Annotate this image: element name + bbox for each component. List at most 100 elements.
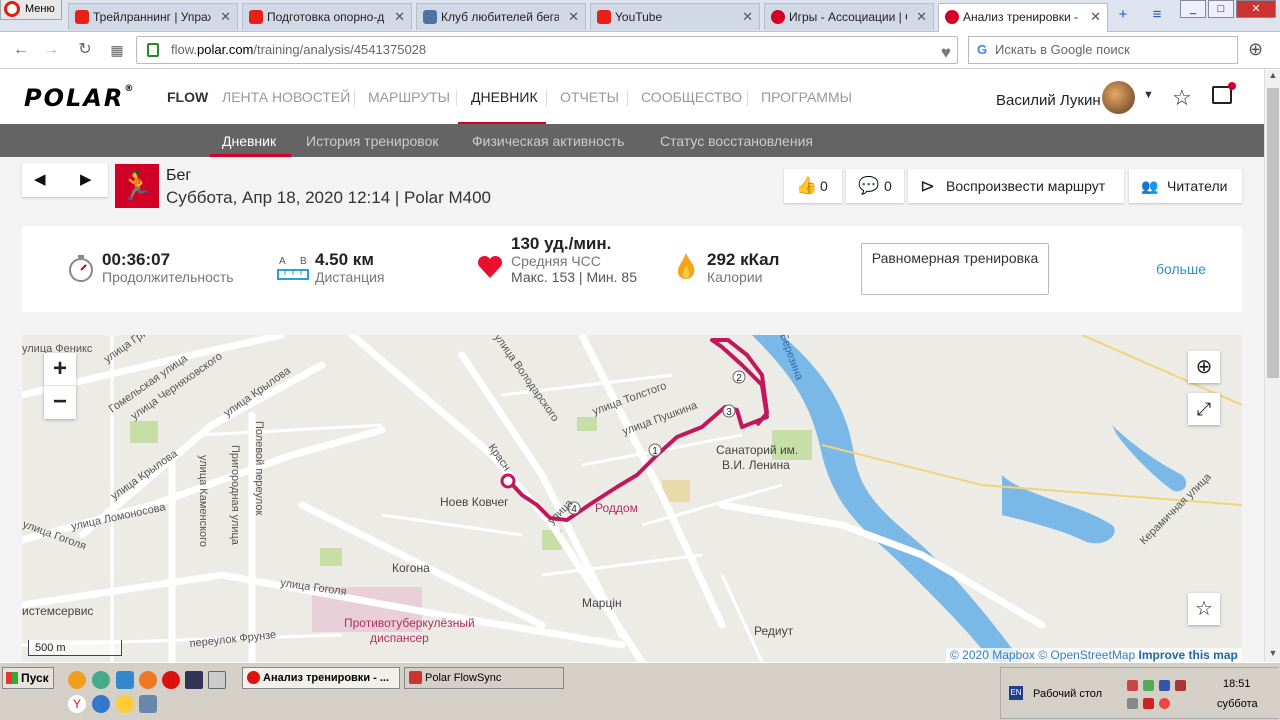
tab-close-icon[interactable]: ✕ <box>220 4 231 30</box>
map-canvas[interactable]: 1 2 3 4 улица Феникс улица Грибо Гомельс… <box>22 335 1242 662</box>
subnav-physical-activity[interactable]: Физическая активность <box>472 133 624 149</box>
nav-community[interactable]: СООБЩЕСТВО <box>641 89 742 105</box>
browser-tab[interactable]: Подготовка опорно-двигательного ✕ <box>242 3 412 30</box>
desktop-toolbar-label[interactable]: Рабочий стол <box>1033 688 1102 700</box>
like-button[interactable]: 👍 0 <box>784 169 842 203</box>
quicklaunch-app-icon[interactable] <box>139 695 157 713</box>
subnav-training-history[interactable]: История тренировок <box>306 133 438 149</box>
more-link[interactable]: больше <box>1156 261 1206 277</box>
forward-icon[interactable]: → <box>40 39 62 61</box>
download-icon[interactable]: ⊕ <box>1248 39 1263 60</box>
chrome-icon[interactable] <box>92 671 110 689</box>
close-window-icon[interactable]: ✕ <box>1236 0 1276 18</box>
fullscreen-icon[interactable]: ⤢ <box>1188 393 1220 425</box>
new-tab-icon[interactable]: + <box>1110 3 1136 27</box>
chevron-down-icon[interactable]: ▼ <box>1143 89 1154 101</box>
browser-tab[interactable]: Трейлраннинг | Упражнения ✕ <box>68 3 238 30</box>
url-prefix: flow. <box>171 42 198 57</box>
opera-menu-button[interactable]: Меню <box>0 0 62 20</box>
quicklaunch-app-icon[interactable] <box>116 671 134 689</box>
product-name[interactable]: FLOW <box>167 89 208 105</box>
ie-icon[interactable] <box>92 695 110 713</box>
tray-app-icon[interactable] <box>1159 680 1170 691</box>
tray-app-icon[interactable] <box>1127 680 1138 691</box>
mapbox-link[interactable]: Mapbox <box>992 648 1035 662</box>
search-input[interactable]: G Искать в Google поиск <box>968 36 1238 64</box>
scroll-down-icon[interactable]: ▼ <box>1265 648 1280 662</box>
taskbar-item-browser[interactable]: Анализ тренировки - ... <box>242 667 400 689</box>
tab-title: YouTube <box>615 10 663 24</box>
tab-menu-icon[interactable]: ≡ <box>1144 3 1170 27</box>
vk-favicon-icon <box>423 10 437 24</box>
yandex-icon[interactable]: Y <box>68 695 86 713</box>
zoom-in-icon[interactable]: + <box>44 353 76 386</box>
tray-app-icon[interactable] <box>1159 698 1170 709</box>
tab-close-icon[interactable]: ✕ <box>568 4 579 30</box>
favorites-star-icon[interactable]: ☆ <box>1172 85 1192 111</box>
quicklaunch-app-icon[interactable] <box>68 671 86 689</box>
nav-separator <box>456 90 457 106</box>
url-input[interactable]: flow.polar.com/training/analysis/4541375… <box>136 36 958 64</box>
nav-diary[interactable]: ДНЕВНИК <box>471 89 538 105</box>
scroll-up-icon[interactable]: ▲ <box>1265 70 1280 84</box>
browser-tab-active[interactable]: Анализ тренировки - Polar Flow ✕ <box>938 3 1108 32</box>
taskbar-item-flowsync[interactable]: Polar FlowSync <box>404 667 564 689</box>
opera-icon[interactable] <box>162 671 180 689</box>
speed-dial-icon[interactable]: ▦ <box>106 39 128 61</box>
reload-icon[interactable]: ↻ <box>74 39 96 61</box>
nav-separator <box>354 90 355 106</box>
tab-close-icon[interactable]: ✕ <box>916 4 927 30</box>
locate-icon[interactable]: ⊕ <box>1188 351 1220 383</box>
replay-route-button[interactable]: ⊳ Воспроизвести маршрут <box>908 169 1124 203</box>
minimize-icon[interactable]: _ <box>1180 0 1206 18</box>
nav-routes[interactable]: МАРШРУТЫ <box>368 89 450 105</box>
like-count: 0 <box>820 178 828 194</box>
tray-shield-icon[interactable] <box>1175 680 1186 691</box>
comment-button[interactable]: 💬 0 <box>846 169 904 203</box>
back-icon[interactable]: ← <box>10 39 32 61</box>
training-benefit-button[interactable]: Равномерная тренировка <box>861 243 1049 295</box>
start-button[interactable]: Пуск <box>2 667 54 689</box>
tray-app-icon[interactable] <box>1143 680 1154 691</box>
heart-rate-min-max: Макс. 153 | Мин. 85 <box>511 269 638 285</box>
attribution-year: © 2020 <box>950 648 989 662</box>
tray-app-icon[interactable] <box>1127 698 1138 709</box>
calories-label: Калории <box>707 269 763 285</box>
readers-button[interactable]: 👥 Читатели <box>1129 169 1242 203</box>
tab-close-icon[interactable]: ✕ <box>394 4 405 30</box>
improve-map-link[interactable]: Improve this map <box>1139 648 1238 662</box>
route-map[interactable]: 1 2 3 4 улица Феникс улица Грибо Гомельс… <box>22 335 1242 662</box>
clock-time[interactable]: 18:51 <box>1223 678 1251 690</box>
tab-close-icon[interactable]: ✕ <box>1090 4 1101 30</box>
scrollbar-thumb[interactable] <box>1267 88 1279 378</box>
maximize-icon[interactable]: □ <box>1208 0 1234 18</box>
nav-reports[interactable]: ОТЧЕТЫ <box>560 89 619 105</box>
nav-news-feed[interactable]: ЛЕНТА НОВОСТЕЙ <box>222 89 350 105</box>
zoom-out-icon[interactable]: − <box>44 386 76 419</box>
user-name[interactable]: Василий Лукин <box>996 92 1101 109</box>
bookmark-heart-icon[interactable]: ♥ <box>941 40 951 66</box>
save-icon[interactable] <box>185 671 203 689</box>
previous-training-icon[interactable]: ◀ <box>34 170 46 188</box>
media-player-icon[interactable] <box>116 695 134 713</box>
polar-logo[interactable]: POLAR® <box>24 84 135 112</box>
browser-tab[interactable]: Игры - Ассоциации | Стратегии ✕ <box>764 3 934 30</box>
people-icon: 👥 <box>1141 178 1159 194</box>
firefox-icon[interactable] <box>139 671 157 689</box>
avatar[interactable] <box>1102 81 1135 114</box>
subnav-recovery-status[interactable]: Статус восстановления <box>660 133 813 149</box>
browser-tab[interactable]: YouTube ✕ <box>590 3 760 30</box>
tray-app-icon[interactable] <box>1143 698 1154 709</box>
tab-close-icon[interactable]: ✕ <box>742 4 753 30</box>
calculator-icon[interactable] <box>208 671 226 689</box>
street-label: Пригородная улица <box>229 445 241 546</box>
favorite-route-star-icon[interactable]: ☆ <box>1188 593 1220 625</box>
next-training-icon[interactable]: ▶ <box>80 170 92 188</box>
osm-link[interactable]: © OpenStreetMap <box>1038 648 1135 662</box>
subnav-diary[interactable]: Дневник <box>222 133 276 149</box>
language-indicator[interactable]: EN <box>1009 686 1023 700</box>
nav-programs[interactable]: ПРОГРАММЫ <box>761 89 852 105</box>
notifications-icon[interactable] <box>1212 82 1236 104</box>
browser-tab[interactable]: Клуб любителей бега " ✕ <box>416 3 586 30</box>
page-scrollbar[interactable]: ▲ ▼ <box>1264 70 1280 662</box>
